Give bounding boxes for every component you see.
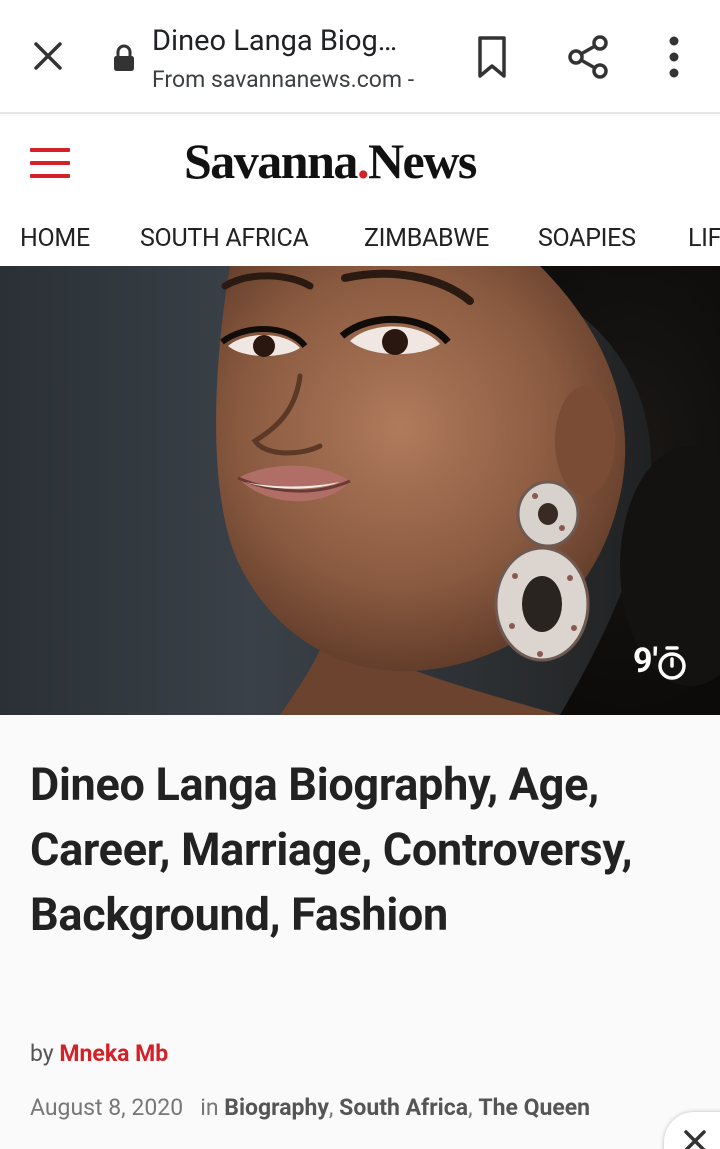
menu-icon[interactable] — [30, 148, 70, 178]
category-separator: , — [468, 1094, 473, 1121]
category-link-south-africa[interactable]: South Africa — [339, 1094, 468, 1121]
category-link-biography[interactable]: Biography — [224, 1094, 329, 1121]
publish-date: August 8, 2020 — [30, 1094, 184, 1121]
in-label: in — [200, 1094, 219, 1121]
close-icon[interactable] — [28, 36, 68, 76]
site-logo[interactable]: Savanna.News — [184, 132, 477, 190]
hero-image[interactable]: 9' — [0, 266, 720, 715]
nav-item-home[interactable]: HOME — [20, 224, 90, 253]
ad-close-button[interactable] — [664, 1112, 720, 1149]
timer-icon — [658, 646, 686, 680]
share-icon[interactable] — [566, 34, 610, 80]
byline: by Mneka Mb — [30, 1040, 168, 1067]
main-nav: HOME SOUTH AFRICA ZIMBABWE SOAPIES LIF — [0, 212, 720, 266]
category-separator: , — [328, 1094, 334, 1121]
lock-icon — [114, 44, 134, 71]
nav-item-soapies[interactable]: SOAPIES — [538, 224, 636, 253]
author-link[interactable]: Mneka Mb — [59, 1040, 168, 1067]
read-time-label: 9' — [633, 641, 658, 681]
article-meta: August 8, 2020 in Biography, South Afric… — [30, 1094, 590, 1121]
article-title: Dineo Langa Biography, Age, Career, Marr… — [30, 758, 633, 941]
by-label: by — [30, 1040, 54, 1067]
nav-item-lifestyle[interactable]: LIF — [688, 224, 720, 253]
close-icon — [684, 1130, 706, 1149]
page-url: From savannanews.com - — [152, 66, 415, 93]
category-link-the-queen[interactable]: The Queen — [478, 1094, 590, 1121]
portrait-illustration — [216, 266, 720, 715]
more-options-icon[interactable] — [658, 34, 690, 80]
bookmark-icon[interactable] — [472, 34, 512, 80]
nav-item-zimbabwe[interactable]: ZIMBABWE — [364, 224, 489, 253]
nav-item-south-africa[interactable]: SOUTH AFRICA — [140, 224, 309, 253]
page-title: Dineo Langa Biog… — [152, 24, 398, 58]
site-header: Savanna.News — [0, 116, 720, 212]
browser-toolbar: Dineo Langa Biog… From savannanews.com - — [0, 0, 720, 114]
